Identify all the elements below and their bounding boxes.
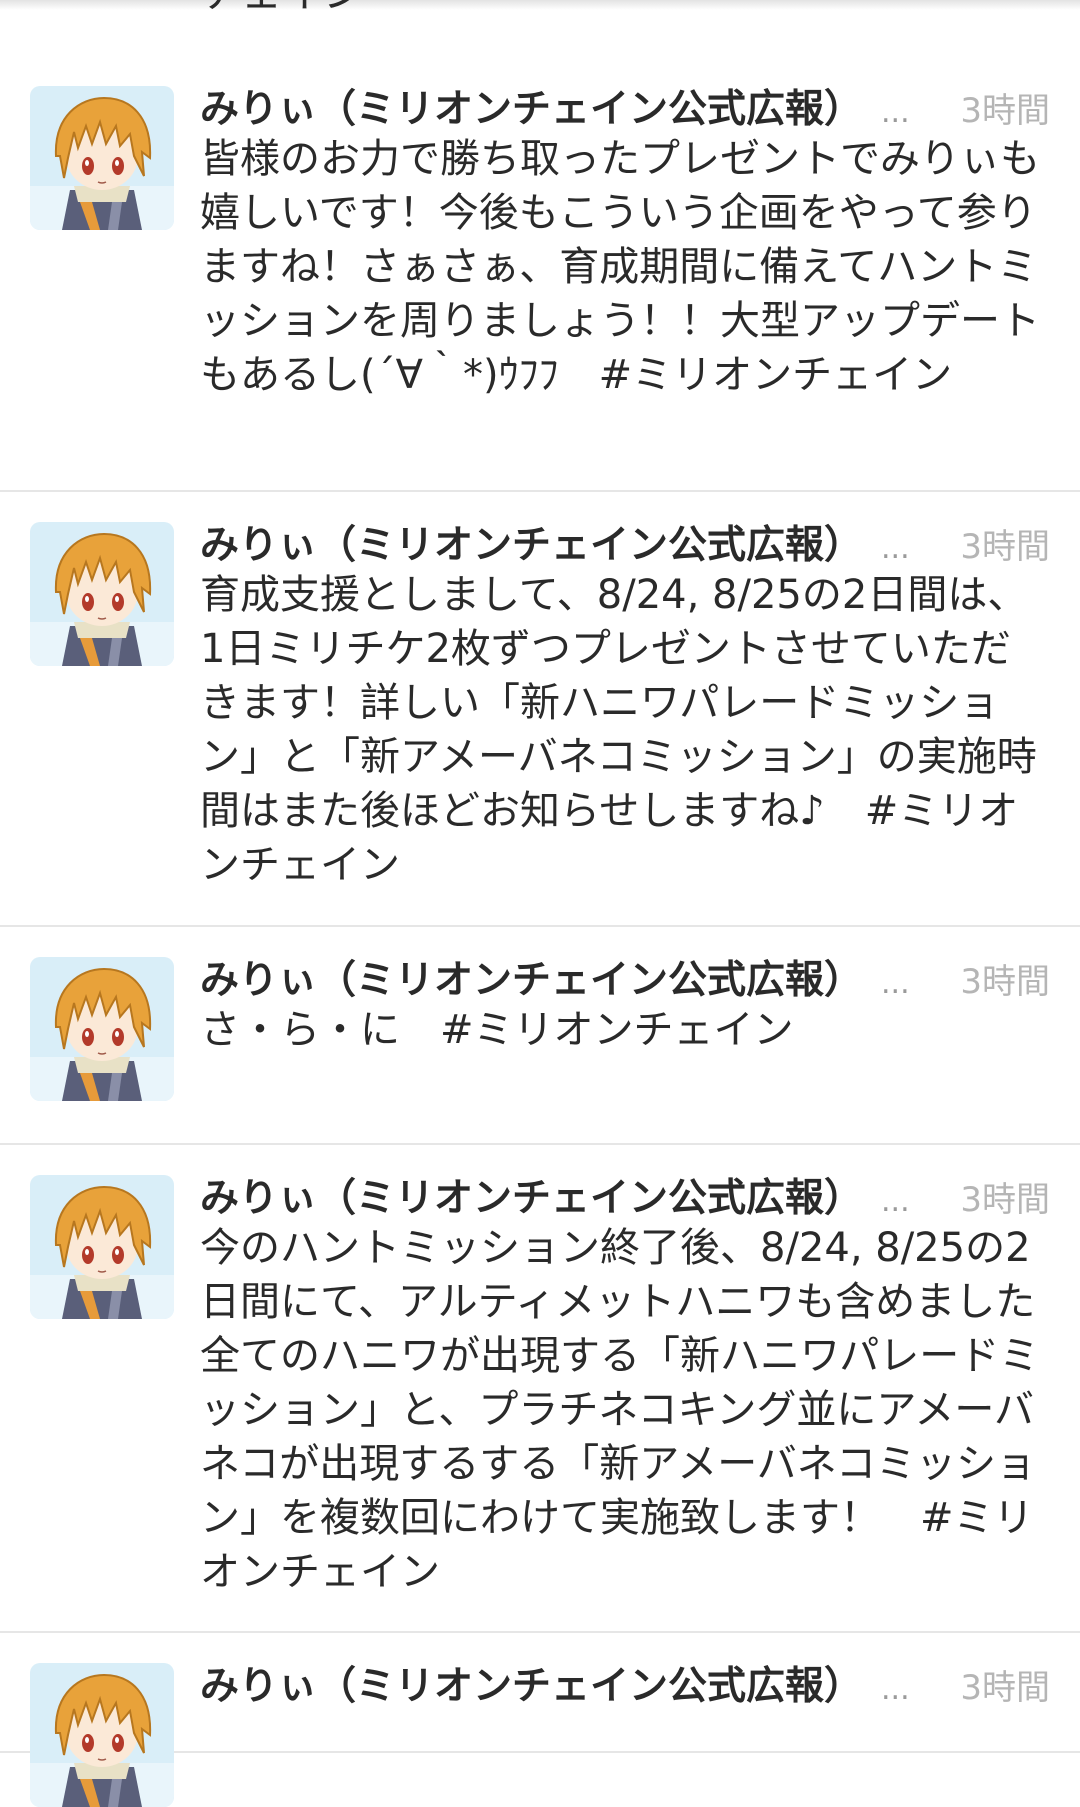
tweet-header: みりぃ（ミリオンチェイン公式広報） ... 3時間 — [200, 1167, 1050, 1221]
character-avatar-icon[interactable] — [30, 1175, 174, 1319]
character-avatar-icon[interactable] — [30, 1663, 174, 1807]
name-ellipsis: ... — [881, 95, 910, 130]
author-name[interactable]: みりぃ（ミリオンチェイン公式広報） — [200, 1167, 863, 1223]
tweet-header: みりぃ（ミリオンチェイン公式広報） ... 3時間 — [200, 78, 1050, 132]
tweet-body: みりぃ（ミリオンチェイン公式広報） ... 3時間 育成支援としまして、8/24… — [200, 514, 1050, 892]
tweet-item[interactable]: みりぃ（ミリオンチェイン公式広報） ... 3時間 皆様のお力で勝ち取ったプレゼ… — [0, 56, 1080, 492]
tweet-item[interactable]: みりぃ（ミリオンチェイン公式広報） ... 3時間 — [0, 1633, 1080, 1753]
header-shadow — [0, 0, 1080, 10]
character-avatar-icon[interactable] — [30, 522, 174, 666]
tweet-body: みりぃ（ミリオンチェイン公式広報） ... 3時間 皆様のお力で勝ち取ったプレゼ… — [200, 78, 1050, 402]
timestamp: 3時間 — [960, 527, 1050, 567]
character-avatar-icon[interactable] — [30, 957, 174, 1101]
timestamp: 3時間 — [960, 962, 1050, 1002]
timestamp: 3時間 — [960, 1668, 1050, 1708]
timestamp: 3時間 — [960, 91, 1050, 131]
author-name[interactable]: みりぃ（ミリオンチェイン公式広報） — [200, 949, 863, 1005]
name-ellipsis: ... — [881, 1184, 910, 1219]
character-avatar-icon[interactable] — [30, 86, 174, 230]
name-ellipsis: ... — [881, 1672, 910, 1707]
timestamp: 3時間 — [960, 1180, 1050, 1220]
author-name[interactable]: みりぃ（ミリオンチェイン公式広報） — [200, 514, 863, 570]
previous-tweet-fragment[interactable]: チェイン — [0, 0, 1080, 58]
tweet-text: さ・ら・に #ミリオンチェイン — [200, 1007, 794, 1053]
tweet-item[interactable]: みりぃ（ミリオンチェイン公式広報） ... 3時間 今のハントミッション終了後、… — [0, 1145, 1080, 1633]
tweet-text: 育成支援としまして、8/24, 8/25の2日間は、1日ミリチケ2枚ずつプレゼン… — [200, 572, 1037, 888]
author-name[interactable]: みりぃ（ミリオンチェイン公式広報） — [200, 78, 863, 134]
author-name[interactable]: みりぃ（ミリオンチェイン公式広報） — [200, 1655, 863, 1711]
tweet-text: 今のハントミッション終了後、8/24, 8/25の2日間にて、アルティメットハニ… — [200, 1225, 1040, 1595]
tweet-text: 皆様のお力で勝ち取ったプレゼントでみりぃも嬉しいです！今後もこういう企画をやって… — [200, 136, 1040, 398]
tweet-item[interactable]: みりぃ（ミリオンチェイン公式広報） ... 3時間 育成支援としまして、8/24… — [0, 492, 1080, 927]
tweet-header: みりぃ（ミリオンチェイン公式広報） ... 3時間 — [200, 949, 1050, 1003]
tweet-header: みりぃ（ミリオンチェイン公式広報） ... 3時間 — [200, 514, 1050, 568]
tweet-body: みりぃ（ミリオンチェイン公式広報） ... 3時間 さ・ら・に #ミリオンチェイ… — [200, 949, 1050, 1057]
name-ellipsis: ... — [881, 966, 910, 1001]
tweet-timeline: みりぃ（ミリオンチェイン公式広報） ... 3時間 皆様のお力で勝ち取ったプレゼ… — [0, 56, 1080, 1753]
name-ellipsis: ... — [881, 531, 910, 566]
tweet-body: みりぃ（ミリオンチェイン公式広報） ... 3時間 今のハントミッション終了後、… — [200, 1167, 1050, 1599]
previous-tweet-text: チェイン — [200, 0, 364, 20]
tweet-item[interactable]: みりぃ（ミリオンチェイン公式広報） ... 3時間 さ・ら・に #ミリオンチェイ… — [0, 927, 1080, 1145]
